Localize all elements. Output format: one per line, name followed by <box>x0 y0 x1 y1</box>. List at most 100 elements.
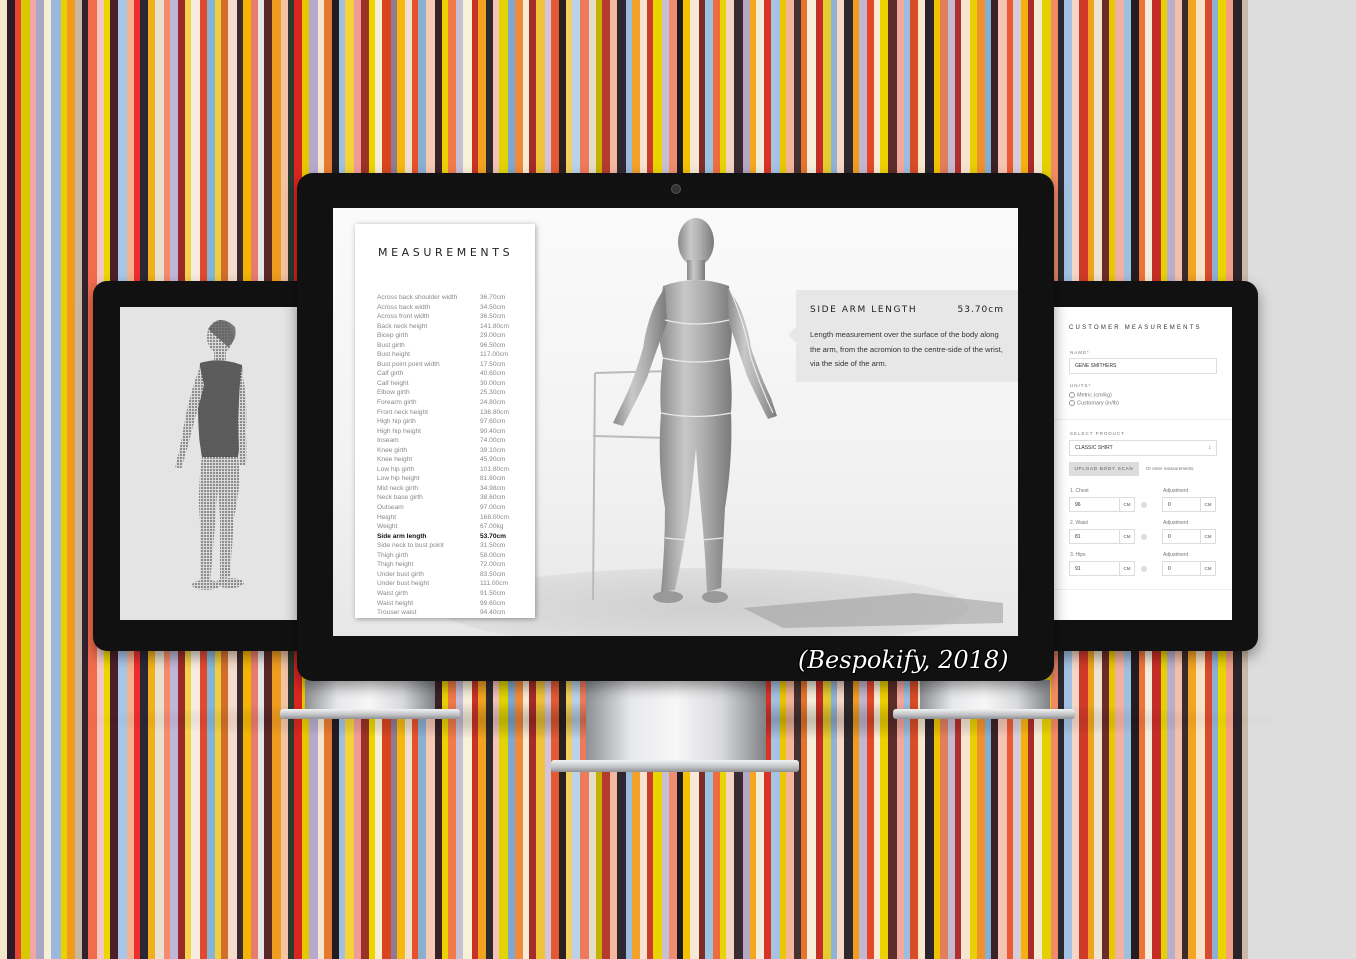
measurement-name: Bicep girth <box>377 332 409 340</box>
chest-label: 1. Chest <box>1070 488 1089 494</box>
measurement-value: 97.00cm <box>480 504 506 512</box>
measurement-row[interactable]: Knee height 45.90cm <box>377 455 527 465</box>
measurement-value: 101.80cm <box>480 465 509 473</box>
measurement-value: 34.50cm <box>480 303 506 311</box>
measurement-row[interactable]: Side neck to bust point 31.50cm <box>377 541 527 551</box>
info-icon[interactable] <box>1141 502 1147 508</box>
measurement-name: Mid neck girth <box>377 484 419 492</box>
info-icon[interactable] <box>1141 534 1147 540</box>
measurement-value: 111.00cm <box>480 580 508 588</box>
measurement-name: Calf height <box>377 379 409 387</box>
hips-input[interactable]: 91 CM <box>1069 561 1135 576</box>
measurement-row[interactable]: Calf height 30.00cm <box>377 379 527 389</box>
measurement-row[interactable]: High hip height 90.40cm <box>377 427 527 437</box>
waist-adjustment-value: 0 <box>1168 534 1171 540</box>
measurement-name: Side neck to bust point <box>377 542 444 550</box>
divider <box>1054 589 1232 590</box>
measurement-name: Knee height <box>377 456 413 464</box>
measurements-list: Across back shoulder width 36.70cm Across … <box>377 293 527 618</box>
measurement-row[interactable]: Forearm girth 24.80cm <box>377 398 527 408</box>
measurement-name: Height <box>377 513 397 521</box>
waist-unit: CM <box>1119 530 1134 543</box>
measurement-row[interactable]: Side arm length 53.70cm <box>377 532 527 542</box>
waist-adjustment-input[interactable]: 0 CM <box>1162 529 1216 544</box>
waist-value: 81 <box>1075 534 1081 540</box>
measurement-row[interactable]: Knee girth 39.10cm <box>377 446 527 456</box>
measurement-row[interactable]: Across back width 34.50cm <box>377 303 527 313</box>
measurement-row[interactable]: Thigh height 72.00cm <box>377 560 527 570</box>
measurement-row[interactable]: Bust height 117.00cm <box>377 350 527 360</box>
measurement-row[interactable]: Mid neck girth 34.98cm <box>377 484 527 494</box>
measurement-name: Waist height <box>377 599 414 607</box>
product-select-value: CLASSIC SHIRT <box>1075 445 1113 451</box>
measurement-value: 36.50cm <box>480 313 506 321</box>
left-device <box>93 281 325 651</box>
measurement-row[interactable]: Trouser waist 94.40cm <box>377 608 527 618</box>
measurement-row[interactable]: Bust girth 96.50cm <box>377 341 527 351</box>
main-monitor: MEASUREMENTS Across back shoulder width 3… <box>297 173 1054 681</box>
measurement-row[interactable]: Elbow girth 25.30cm <box>377 388 527 398</box>
measurement-name: Bust point point width <box>377 360 440 368</box>
measurement-value: 72.00cm <box>480 561 506 569</box>
stripe <box>7 0 15 959</box>
chest-input[interactable]: 96 CM <box>1069 497 1135 512</box>
waist-adjustment-label: Adjustment <box>1163 520 1189 526</box>
measurement-row[interactable]: Inseam 74.00cm <box>377 436 527 446</box>
chest-adjustment-label: Adjustment <box>1163 488 1189 494</box>
chest-unit: CM <box>1119 498 1134 511</box>
info-icon[interactable] <box>1141 566 1147 572</box>
measurement-value: 141.80cm <box>480 322 509 330</box>
measurement-row[interactable]: Calf girth 40.60cm <box>377 369 527 379</box>
measurement-row[interactable]: Back neck height 141.80cm <box>377 322 527 332</box>
upload-body-scan-button[interactable]: UPLOAD BODY SCAN <box>1069 462 1139 476</box>
divider <box>1054 419 1232 420</box>
measurement-row[interactable]: Under bust height 111.00cm <box>377 579 527 589</box>
radio-metric[interactable]: Metric (cm/kg) <box>1069 392 1112 398</box>
measurement-row[interactable]: Low hip girth 101.80cm <box>377 465 527 475</box>
measurement-name: High hip height <box>377 427 421 435</box>
measurement-row[interactable]: Across back shoulder width 36.70cm <box>377 293 527 303</box>
measurement-name: Across front width <box>377 313 430 321</box>
measurement-value: 97.60cm <box>480 418 506 426</box>
measurement-row[interactable]: Bicep girth 29.00cm <box>377 331 527 341</box>
right-monitor-base <box>893 709 1075 719</box>
measurement-value: 24.80cm <box>480 399 506 407</box>
measurement-row[interactable]: Across front width 36.50cm <box>377 312 527 322</box>
measurement-name: Trouser waist <box>377 609 417 617</box>
measurement-row[interactable]: Height 168.00cm <box>377 513 527 523</box>
measurement-row[interactable]: Outseam 97.00cm <box>377 503 527 513</box>
measurement-row[interactable]: Under bust girth 83.50cm <box>377 570 527 580</box>
3d-avatar-image <box>592 218 1003 628</box>
measurement-row[interactable]: Waist girth 91.50cm <box>377 589 527 599</box>
product-select[interactable]: CLASSIC SHIRT ↕ <box>1069 440 1217 456</box>
measurement-name: Bust height <box>377 351 410 359</box>
hips-adjustment-value: 0 <box>1168 566 1171 572</box>
point-cloud-body-scan-image <box>175 319 247 590</box>
hips-adjustment-input[interactable]: 0 CM <box>1162 561 1216 576</box>
stripe <box>21 0 30 959</box>
measurement-row[interactable]: Low hip height 81.60cm <box>377 474 527 484</box>
stripe <box>0 0 7 959</box>
measurement-value: 83.50cm <box>480 570 506 578</box>
measurement-row[interactable]: High hip girth 97.60cm <box>377 417 527 427</box>
measurement-row[interactable]: Bust point point width 17.50cm <box>377 360 527 370</box>
measurement-row[interactable]: Front neck height 136.80cm <box>377 408 527 418</box>
radio-customary[interactable]: Customary (in/lb) <box>1069 400 1119 406</box>
measurement-value: 17.50cm <box>480 360 506 368</box>
name-input[interactable]: GENE SMITHERS <box>1069 358 1217 374</box>
measurement-value: 38.60cm <box>480 494 506 502</box>
measurement-row[interactable]: Neck base girth 38.60cm <box>377 493 527 503</box>
measurement-name: Forearm girth <box>377 399 417 407</box>
name-label: NAME* <box>1070 350 1090 355</box>
measurement-value: 67.00kg <box>480 523 504 531</box>
chest-adjustment-input[interactable]: 0 CM <box>1162 497 1216 512</box>
waist-input[interactable]: 81 CM <box>1069 529 1135 544</box>
select-arrows-icon: ↕ <box>1208 445 1212 451</box>
units-label: UNITS* <box>1070 383 1092 388</box>
select-product-label: SELECT PRODUCT <box>1070 431 1125 436</box>
measurement-value: 91.50cm <box>480 589 506 597</box>
measurement-row[interactable]: Waist height 99.60cm <box>377 599 527 609</box>
measurement-row[interactable]: Weight 67.00kg <box>377 522 527 532</box>
measurement-row[interactable]: Thigh girth 58.00cm <box>377 551 527 561</box>
measurement-value: 94.40cm <box>480 609 506 617</box>
